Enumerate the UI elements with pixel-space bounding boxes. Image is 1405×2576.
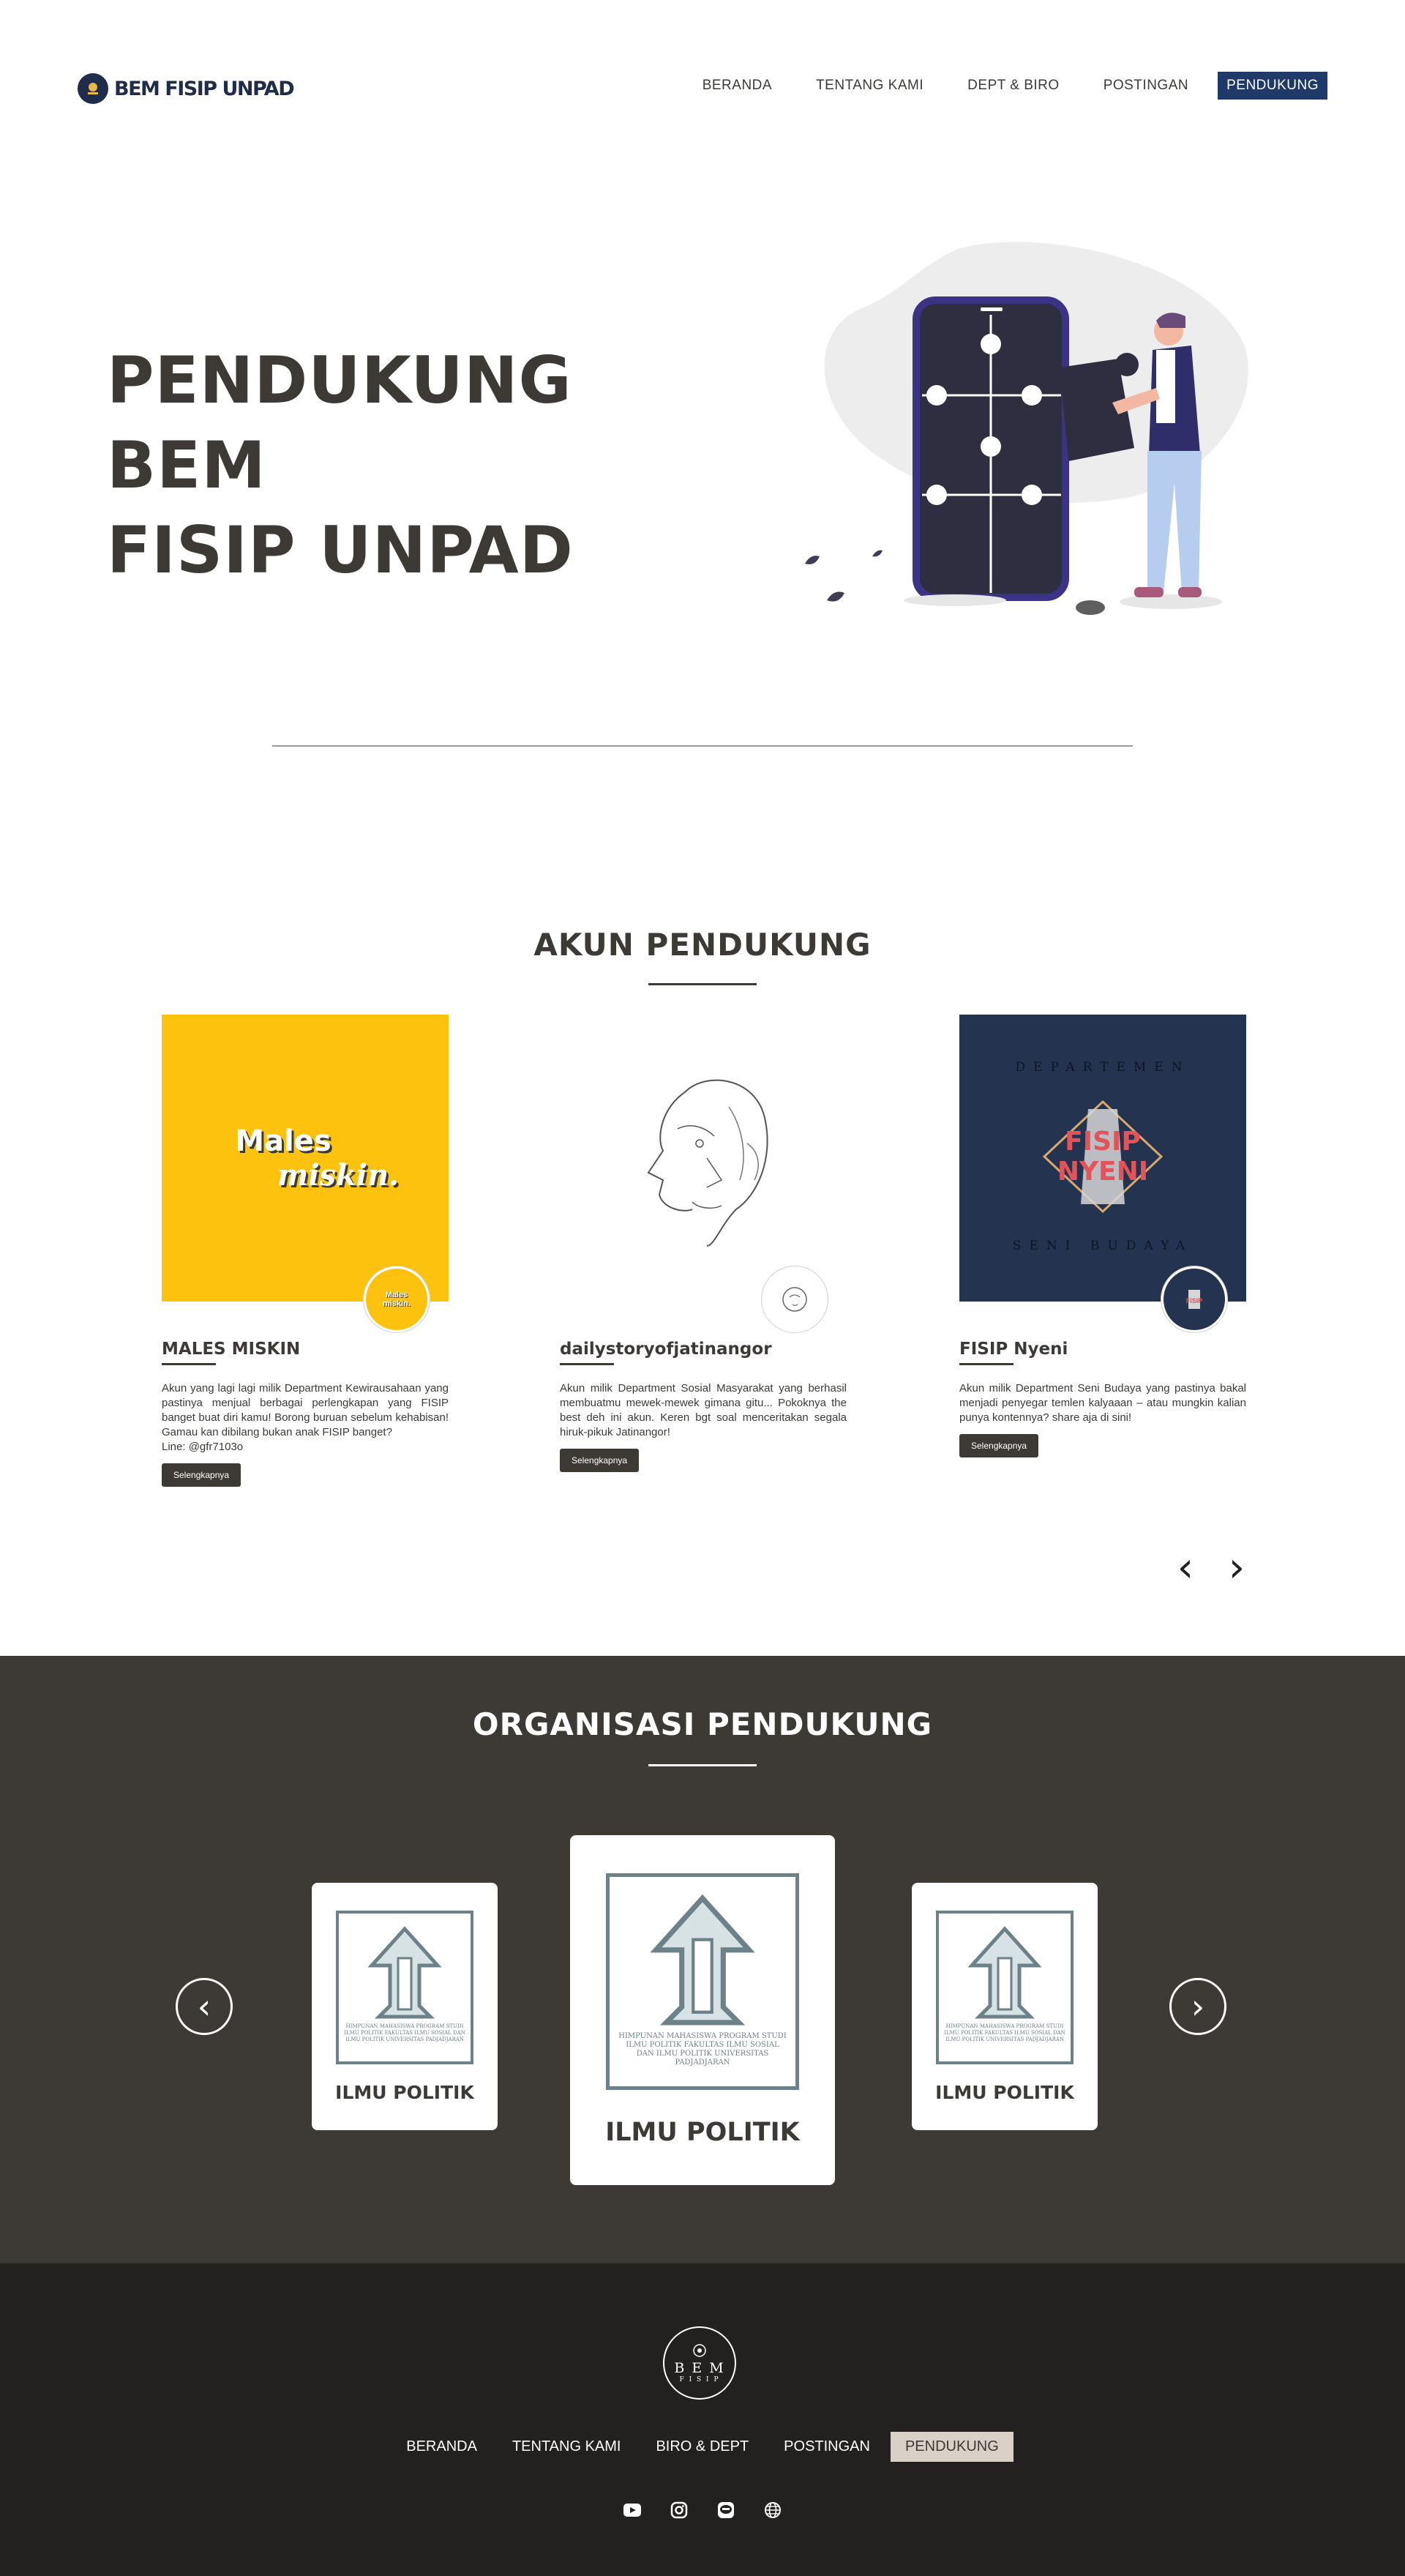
account-avatar: FISIP	[1161, 1266, 1227, 1332]
account-description: Akun yang lagi lagi milik Department Kew…	[162, 1382, 449, 1453]
brand[interactable]: BEM FISIP UNPAD	[78, 73, 295, 104]
account-card-fisip-nyeni: DEPARTEMEN FISIP NYENI SENI BUDAYA FISIP…	[959, 1015, 1246, 1457]
akun-title-underline	[648, 983, 757, 985]
hero-title-line1: PENDUKUNG BEM	[107, 343, 572, 503]
nyeni-poster-bottom: SENI BUDAYA	[1012, 1239, 1194, 1253]
brand-name: BEM FISIP UNPAD	[114, 77, 295, 100]
instagram-icon[interactable]	[670, 2501, 689, 2520]
org-card-label: ILMU POLITIK	[335, 2082, 474, 2103]
nyeni-poster-title1: FISIP	[1065, 1127, 1141, 1157]
emblem-icon	[693, 2344, 706, 2357]
line-icon[interactable]	[716, 2501, 735, 2520]
himpunan-logo: HIMPUNAN MAHASISWA PROGRAM STUDI ILMU PO…	[606, 1873, 799, 2090]
nav-link-pendukung[interactable]: PENDUKUNG	[1218, 72, 1327, 100]
account-name-underline	[162, 1363, 216, 1365]
nav-link-beranda[interactable]: BERANDA	[688, 72, 787, 100]
account-avatar	[762, 1266, 828, 1332]
footer-logo-sub: F I S I P	[679, 2376, 720, 2383]
account-name: FISIP Nyeni	[959, 1340, 1068, 1359]
section-divider	[272, 745, 1133, 747]
org-card-label: ILMU POLITIK	[935, 2082, 1074, 2103]
arrow-up-logo-icon	[650, 1894, 755, 2026]
nyeni-poster-top: DEPARTEMEN	[1015, 1060, 1191, 1075]
footer-social-icons	[0, 2501, 1405, 2520]
face-sketch-icon	[647, 1079, 768, 1247]
account-card-males-miskin: Males miskin. Males miskin. MALES MISKIN…	[162, 1015, 449, 1487]
account-more-button[interactable]: Selengkapnya	[162, 1463, 241, 1487]
account-name: MALES MISKIN	[162, 1340, 301, 1359]
akun-next-arrow-icon[interactable]: ›	[1222, 1546, 1251, 1590]
account-description: Akun milik Department Sosial Masyarakat …	[560, 1382, 847, 1438]
footer-link-postingan[interactable]: POSTINGAN	[769, 2432, 885, 2462]
footer-links: BERANDA TENTANG KAMI BIRO & DEPT POSTING…	[0, 2432, 1405, 2462]
hero-title-line2: FISIP UNPAD	[107, 512, 574, 588]
account-description: Akun milik Department Seni Budaya yang p…	[959, 1382, 1246, 1424]
akun-prev-arrow-icon[interactable]: ‹	[1171, 1546, 1200, 1590]
svg-text:FISIP: FISIP	[1186, 1297, 1203, 1304]
web-icon[interactable]	[763, 2501, 782, 2520]
org-card-right[interactable]: HIMPUNAN MAHASISWA PROGRAM STUDI ILMU PO…	[912, 1883, 1098, 2130]
nyeni-poster-title2: NYENI	[1057, 1157, 1149, 1187]
brand-logo-icon	[78, 73, 108, 104]
account-name: dailystoryofjatinangor	[560, 1340, 772, 1359]
account-avatar: Males miskin.	[364, 1266, 430, 1332]
org-next-arrow-icon[interactable]: ›	[1169, 1978, 1226, 2035]
males-logo-text2: miskin.	[277, 1157, 399, 1192]
account-more-button[interactable]: Selengkapnya	[959, 1434, 1039, 1457]
account-card-image: Males miskin. Males miskin.	[162, 1015, 449, 1332]
nav-link-tentang-kami[interactable]: TENTANG KAMI	[801, 72, 938, 100]
org-card-label: ILMU POLITIK	[605, 2118, 800, 2147]
arrow-up-logo-icon	[967, 1926, 1042, 2019]
footer-logo[interactable]: B E M F I S I P	[663, 2326, 736, 2400]
org-title-underline	[648, 1764, 757, 1766]
hero-puzzle-illustration	[805, 242, 1248, 615]
top-navbar: BEM FISIP UNPAD BERANDA TENTANG KAMI DEP…	[0, 0, 1405, 176]
himpunan-logo: HIMPUNAN MAHASISWA PROGRAM STUDI ILMU PO…	[936, 1911, 1074, 2064]
footer-logo-main: B E M	[674, 2360, 725, 2376]
hero-title: PENDUKUNG BEM FISIP UNPAD	[107, 338, 751, 593]
footer-link-beranda[interactable]: BERANDA	[391, 2432, 492, 2462]
akun-section-title: AKUN PENDUKUNG	[533, 927, 872, 963]
footer	[0, 2263, 1405, 2576]
org-card-center[interactable]: HIMPUNAN MAHASISWA PROGRAM STUDI ILMU PO…	[570, 1835, 835, 2185]
nav-link-dept-biro[interactable]: DEPT & BIRO	[953, 72, 1074, 100]
org-card-left[interactable]: HIMPUNAN MAHASISWA PROGRAM STUDI ILMU PO…	[312, 1883, 498, 2130]
account-card-image	[560, 1015, 847, 1332]
arrow-up-logo-icon	[367, 1926, 442, 2019]
males-logo-text1: Males	[235, 1124, 331, 1158]
org-section-title: ORGANISASI PENDUKUNG	[472, 1706, 933, 1742]
account-card-dailystoryofjatinangor: dailystoryofjatinangor Akun milik Depart…	[560, 1015, 847, 1472]
org-prev-arrow-icon[interactable]: ‹	[176, 1978, 233, 2035]
account-more-button[interactable]: Selengkapnya	[560, 1449, 640, 1472]
footer-link-biro-dept[interactable]: BIRO & DEPT	[641, 2432, 763, 2462]
himpunan-logo: HIMPUNAN MAHASISWA PROGRAM STUDI ILMU PO…	[336, 1911, 473, 2064]
footer-link-tentang-kami[interactable]: TENTANG KAMI	[498, 2432, 636, 2462]
account-card-image: DEPARTEMEN FISIP NYENI SENI BUDAYA FISIP	[959, 1015, 1246, 1332]
account-name-underline	[560, 1363, 614, 1365]
nyeni-poster-center: FISIP NYENI	[1037, 1094, 1169, 1219]
nav-link-postingan[interactable]: POSTINGAN	[1089, 72, 1203, 100]
nav-links: BERANDA TENTANG KAMI DEPT & BIRO POSTING…	[673, 72, 1327, 100]
footer-link-pendukung[interactable]: PENDUKUNG	[890, 2432, 1014, 2462]
account-name-underline	[959, 1363, 1014, 1365]
youtube-icon[interactable]	[623, 2501, 642, 2520]
account-line-id: Line: @gfr7103o	[162, 1441, 244, 1453]
